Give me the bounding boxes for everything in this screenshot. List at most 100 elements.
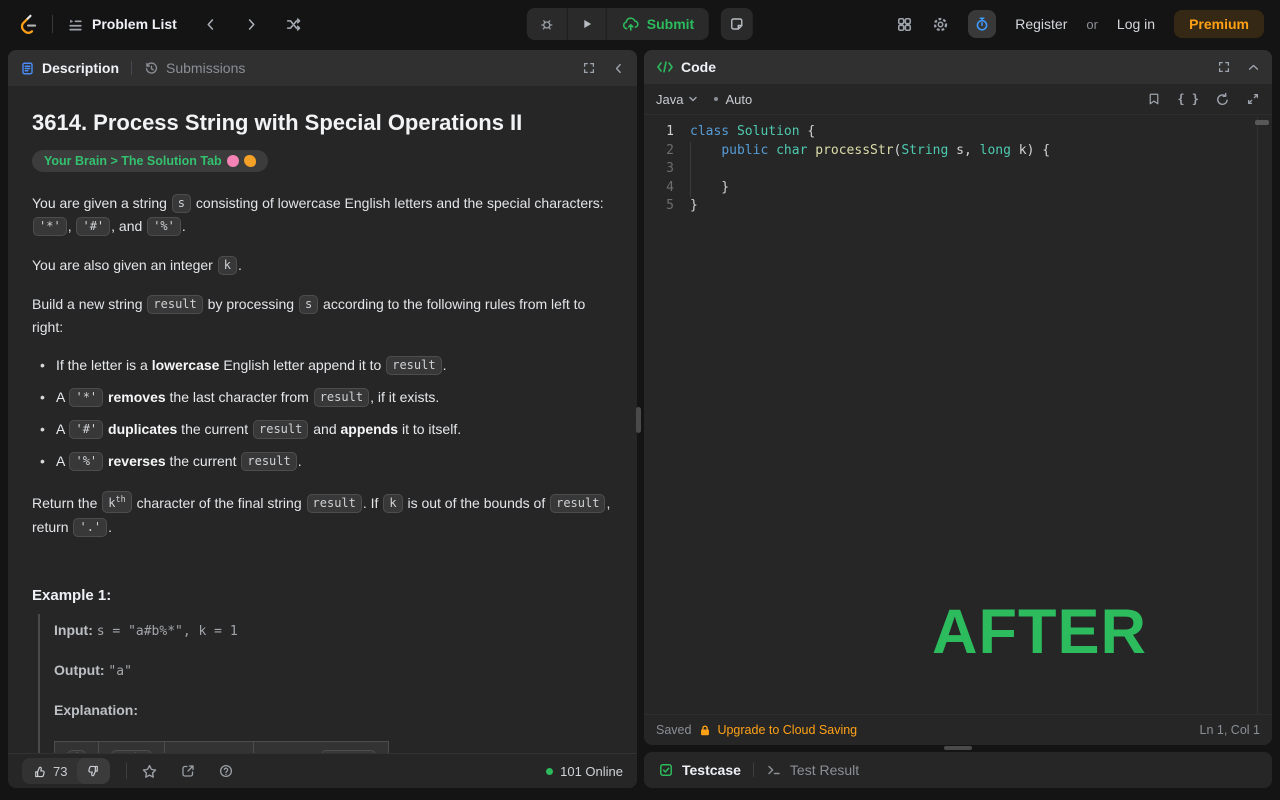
code-lines: 1 class Solution {2 public char processSt… bbox=[644, 115, 1272, 216]
indent-guide bbox=[690, 142, 691, 197]
or-text: or bbox=[1086, 17, 1098, 32]
example-input: Input: s = "a#b%*", k = 1 bbox=[54, 622, 617, 639]
leetcode-logo-icon[interactable] bbox=[18, 12, 40, 36]
panel-resize-handle-horizontal[interactable] bbox=[944, 746, 972, 750]
line-number: 1 bbox=[644, 123, 674, 142]
upgrade-label: Upgrade to Cloud Saving bbox=[717, 723, 857, 737]
editor-scrollbar-thumb[interactable] bbox=[1255, 120, 1269, 125]
leetcode-app: Problem List bbox=[0, 0, 1280, 800]
prev-problem-chevron-left-icon[interactable] bbox=[203, 17, 218, 32]
format-braces-icon[interactable]: { } bbox=[1177, 92, 1199, 106]
line-number: 4 bbox=[644, 179, 674, 198]
like-count: 73 bbox=[53, 764, 67, 779]
divider bbox=[131, 61, 132, 75]
code-brackets-icon bbox=[656, 60, 674, 74]
online-dot-icon bbox=[546, 768, 553, 775]
collapse-panel-chevron-up-icon[interactable] bbox=[1247, 61, 1260, 74]
cloud-upload-icon bbox=[622, 16, 640, 32]
maximize-icon[interactable] bbox=[582, 61, 596, 75]
example-output: Output: "a" bbox=[54, 662, 617, 679]
star-icon[interactable] bbox=[141, 763, 158, 780]
tab-code-label: Code bbox=[681, 59, 716, 75]
play-icon bbox=[580, 17, 594, 31]
debug-button[interactable] bbox=[527, 8, 567, 40]
code-line[interactable]: 4 } bbox=[644, 179, 1272, 198]
output-value: "a" bbox=[108, 664, 131, 679]
list-item: If the letter is a lowercase English let… bbox=[40, 355, 617, 376]
panel-resize-handle-vertical[interactable] bbox=[636, 407, 641, 433]
example-explanation: Explanation: bbox=[54, 702, 617, 718]
description-doc-icon bbox=[20, 61, 35, 76]
tag-label: Your Brain > The Solution Tab bbox=[44, 154, 222, 168]
tab-code[interactable]: Code bbox=[656, 59, 716, 75]
problem-tag-badge[interactable]: Your Brain > The Solution Tab bbox=[32, 150, 268, 172]
language-label: Java bbox=[656, 92, 683, 107]
editor-toolbar: Java Auto { } bbox=[644, 84, 1272, 115]
help-icon[interactable] bbox=[218, 763, 234, 779]
problem-list-label[interactable]: Problem List bbox=[92, 16, 177, 32]
testcase-panel: Testcase Test Result bbox=[644, 752, 1272, 788]
code-text: } bbox=[690, 179, 729, 198]
shuffle-icon[interactable] bbox=[285, 16, 302, 33]
like-button[interactable]: 73 bbox=[22, 764, 77, 779]
language-select[interactable]: Java bbox=[656, 92, 698, 107]
auto-toggle[interactable]: Auto bbox=[714, 92, 752, 107]
code-line[interactable]: 3 bbox=[644, 160, 1272, 179]
next-problem-chevron-right-icon[interactable] bbox=[244, 17, 259, 32]
gear-settings-icon[interactable] bbox=[932, 16, 949, 33]
auto-dot-icon bbox=[714, 97, 718, 101]
vote-group: 73 bbox=[22, 758, 110, 784]
output-label: Output: bbox=[54, 662, 105, 678]
editor-scrollbar-track[interactable] bbox=[1257, 117, 1258, 714]
check-square-icon bbox=[658, 762, 674, 778]
run-button[interactable] bbox=[568, 8, 606, 40]
note-icon bbox=[729, 16, 745, 32]
notes-button[interactable] bbox=[721, 8, 753, 40]
description-panel: Description Submissions bbox=[8, 50, 637, 788]
grid-apps-icon[interactable] bbox=[896, 16, 913, 33]
panel-header-actions bbox=[582, 61, 625, 75]
timer-button[interactable] bbox=[968, 10, 996, 38]
tab-submissions[interactable]: Submissions bbox=[144, 60, 245, 76]
rules-list: If the letter is a lowercase English let… bbox=[32, 355, 617, 472]
register-link[interactable]: Register bbox=[1015, 16, 1067, 32]
submit-button[interactable]: Submit bbox=[607, 8, 709, 40]
navbar: Problem List bbox=[0, 0, 1280, 48]
thumbs-up-icon bbox=[32, 764, 47, 779]
explanation-label: Explanation: bbox=[54, 702, 138, 718]
description-panel-header: Description Submissions bbox=[8, 50, 637, 86]
code-line[interactable]: 5} bbox=[644, 197, 1272, 216]
reset-code-icon[interactable] bbox=[1215, 92, 1230, 107]
input-label: Input: bbox=[54, 622, 93, 638]
collapse-panel-chevron-left-icon[interactable] bbox=[612, 62, 625, 75]
maximize-icon[interactable] bbox=[1217, 60, 1231, 74]
code-line[interactable]: 1 class Solution { bbox=[644, 123, 1272, 142]
problem-list-menu-icon[interactable] bbox=[67, 16, 84, 33]
tab-testcase[interactable]: Testcase bbox=[658, 762, 741, 778]
navbar-right: Register or Log in Premium bbox=[896, 0, 1264, 48]
dislike-button[interactable] bbox=[77, 758, 110, 784]
after-overlay-text: AFTER bbox=[932, 596, 1147, 668]
code-line[interactable]: 2 public char processStr(String s, long … bbox=[644, 142, 1272, 161]
share-external-link-icon[interactable] bbox=[180, 763, 196, 779]
upgrade-cloud-saving-link[interactable]: Upgrade to Cloud Saving bbox=[699, 723, 857, 737]
brain-emoji-icon bbox=[227, 155, 239, 167]
bookmark-icon[interactable] bbox=[1147, 92, 1161, 106]
terminal-icon bbox=[766, 762, 782, 778]
code-text: public char processStr(String s, long k)… bbox=[690, 142, 1050, 161]
login-link[interactable]: Log in bbox=[1117, 16, 1155, 32]
code-panel-header: Code bbox=[644, 50, 1272, 84]
thumbs-down-icon bbox=[86, 764, 101, 779]
code-text: class Solution { bbox=[690, 123, 815, 142]
tab-description[interactable]: Description bbox=[20, 60, 119, 76]
saved-label: Saved bbox=[656, 723, 691, 737]
editor-toolbar-actions: { } bbox=[1147, 92, 1260, 107]
premium-button[interactable]: Premium bbox=[1174, 10, 1264, 38]
history-icon bbox=[144, 61, 159, 76]
paragraph: You are also given an integer k. bbox=[32, 254, 617, 277]
fullscreen-arrows-icon[interactable] bbox=[1246, 92, 1260, 106]
cursor-position: Ln 1, Col 1 bbox=[1200, 723, 1260, 737]
paragraph: Build a new string result by processing … bbox=[32, 293, 617, 339]
tab-testcase-label: Testcase bbox=[682, 762, 741, 778]
tab-test-result[interactable]: Test Result bbox=[766, 762, 859, 778]
